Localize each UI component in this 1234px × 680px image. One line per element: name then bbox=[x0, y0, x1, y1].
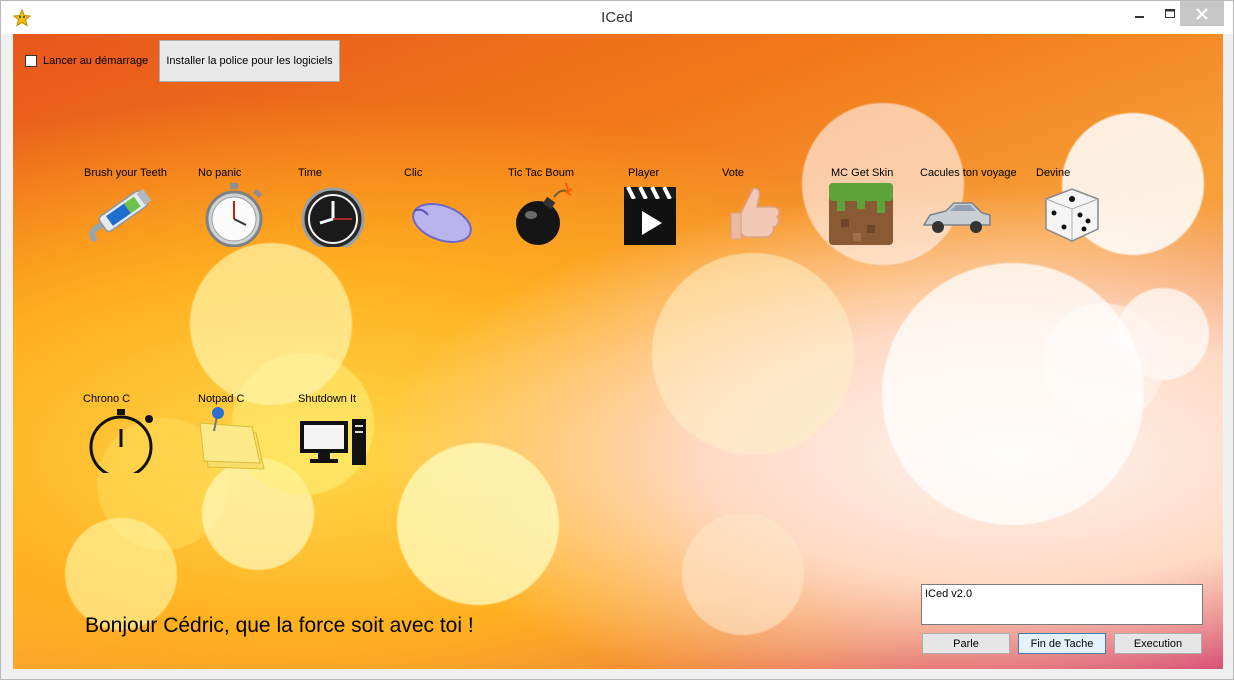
app-label: MC Get Skin bbox=[831, 167, 894, 179]
app-tile-notpad-c[interactable]: Notpad C bbox=[198, 393, 308, 483]
app-label: Devine bbox=[1036, 167, 1071, 179]
app-tile-vote[interactable]: Vote bbox=[721, 167, 831, 257]
car-icon bbox=[922, 202, 991, 233]
app-window: ICed Lancer au démarrage Installer la po… bbox=[0, 0, 1234, 680]
autostart-option[interactable]: Lancer au démarrage bbox=[25, 55, 148, 67]
app-tile-time[interactable]: Time bbox=[298, 167, 408, 257]
status-textbox[interactable]: ICed v2.0 bbox=[921, 584, 1203, 625]
greeting-message: Bonjour Cédric, que la force soit avec t… bbox=[85, 614, 474, 637]
app-label: Tic Tac Boum bbox=[508, 167, 575, 179]
app-tile-player[interactable]: Player bbox=[624, 167, 734, 257]
bomb-icon bbox=[516, 182, 573, 245]
chrono-icon bbox=[89, 409, 153, 473]
app-label: Notpad C bbox=[198, 393, 245, 405]
app-label: Time bbox=[298, 167, 323, 179]
install-font-button[interactable]: Installer la police pour les logiciels bbox=[159, 40, 340, 82]
app-label: Vote bbox=[722, 167, 745, 179]
fin-de-tache-button[interactable]: Fin de Tache bbox=[1018, 633, 1106, 654]
computer-icon bbox=[300, 419, 366, 465]
close-button[interactable] bbox=[1180, 1, 1224, 26]
app-tile-chrono-c[interactable]: Chrono C bbox=[83, 393, 193, 483]
app-label: Clic bbox=[404, 167, 423, 179]
app-label: Shutdown It bbox=[298, 393, 357, 405]
thumbs-up-icon bbox=[730, 187, 780, 240]
sticky-note-icon bbox=[199, 407, 265, 470]
app-label: Brush your Teeth bbox=[84, 167, 167, 179]
app-label: No panic bbox=[198, 167, 242, 179]
maximize-icon bbox=[1165, 8, 1175, 18]
app-tile-brush-your-teeth[interactable]: Brush your Teeth bbox=[84, 167, 194, 257]
autostart-label: Lancer au démarrage bbox=[43, 55, 149, 67]
clock-icon bbox=[301, 187, 365, 247]
app-tile-devine[interactable]: Devine bbox=[1036, 167, 1146, 257]
app-tile-shutdown-it[interactable]: Shutdown It bbox=[298, 393, 408, 483]
app-tile-cacules-ton-voyage[interactable]: Cacules ton voyage bbox=[920, 167, 1030, 257]
execution-button[interactable]: Execution bbox=[1114, 633, 1202, 654]
window-title: ICed bbox=[601, 9, 633, 26]
grass-block-icon bbox=[829, 183, 893, 245]
app-tile-clic[interactable]: Clic bbox=[404, 167, 514, 257]
stopwatch-icon bbox=[205, 183, 263, 247]
mouse-icon bbox=[412, 203, 472, 243]
parle-button[interactable]: Parle bbox=[922, 633, 1010, 654]
app-tile-tic-tac-boum[interactable]: Tic Tac Boum bbox=[508, 167, 618, 257]
autostart-checkbox[interactable] bbox=[25, 55, 37, 67]
app-label: Cacules ton voyage bbox=[920, 167, 1017, 179]
minimize-icon bbox=[1135, 15, 1144, 18]
app-label: Chrono C bbox=[83, 393, 131, 405]
app-label: Player bbox=[628, 167, 660, 179]
close-icon bbox=[1196, 7, 1208, 20]
clapperboard-icon bbox=[624, 186, 676, 245]
main-panel: Lancer au démarrage Installer la police … bbox=[13, 34, 1223, 669]
title-bar[interactable]: ICed bbox=[1, 1, 1233, 34]
app-tile-no-panic[interactable]: No panic bbox=[198, 167, 308, 257]
dice-icon bbox=[1045, 188, 1099, 242]
toothpaste-icon bbox=[89, 188, 152, 242]
